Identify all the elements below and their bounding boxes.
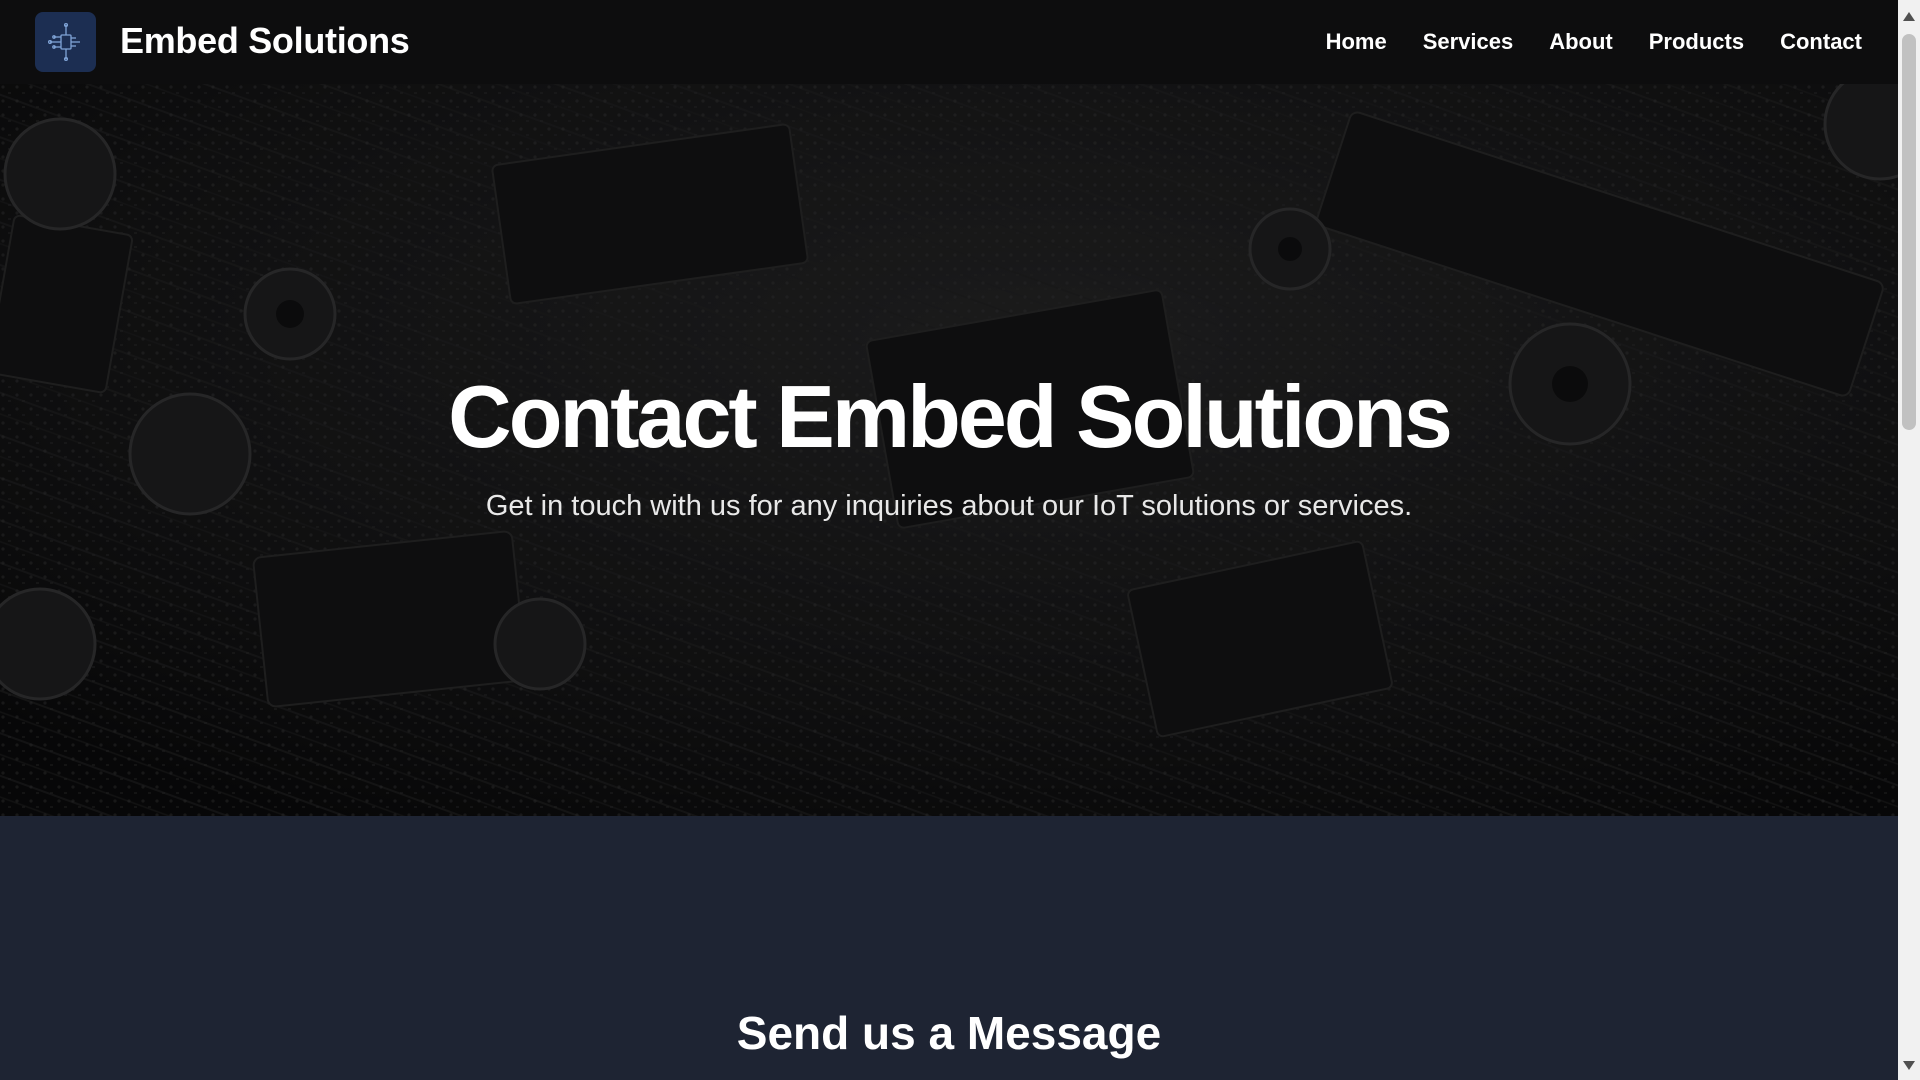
scroll-down-arrow-icon[interactable] xyxy=(1903,1061,1915,1070)
navbar: Embed Solutions Home Services About Prod… xyxy=(0,0,1898,84)
circuit-chip-icon xyxy=(47,22,80,62)
section-title: Send us a Message xyxy=(736,1007,1162,1059)
nav-products[interactable]: Products xyxy=(1649,29,1744,55)
logo[interactable] xyxy=(35,12,96,72)
nav-services[interactable]: Services xyxy=(1423,29,1514,55)
nav-about[interactable]: About xyxy=(1549,29,1613,55)
page: Embed Solutions Home Services About Prod… xyxy=(0,0,1920,1080)
hero-subtitle: Get in touch with us for any inquiries a… xyxy=(485,489,1413,522)
hero-content: Contact Embed Solutions Get in touch wit… xyxy=(0,84,1898,816)
scroll-thumb[interactable] xyxy=(1902,34,1916,430)
vertical-scrollbar[interactable] xyxy=(1898,0,1920,1080)
hero-title: Contact Embed Solutions xyxy=(448,366,1453,466)
nav-home[interactable]: Home xyxy=(1326,29,1387,55)
brand-name[interactable]: Embed Solutions xyxy=(120,20,410,62)
scroll-up-arrow-icon[interactable] xyxy=(1903,12,1915,21)
nav-contact[interactable]: Contact xyxy=(1780,29,1862,55)
hero-section: Contact Embed Solutions Get in touch wit… xyxy=(0,84,1898,816)
contact-section: Send us a Message xyxy=(0,816,1898,1080)
main-nav: Home Services About Products Contact xyxy=(1326,0,1862,84)
